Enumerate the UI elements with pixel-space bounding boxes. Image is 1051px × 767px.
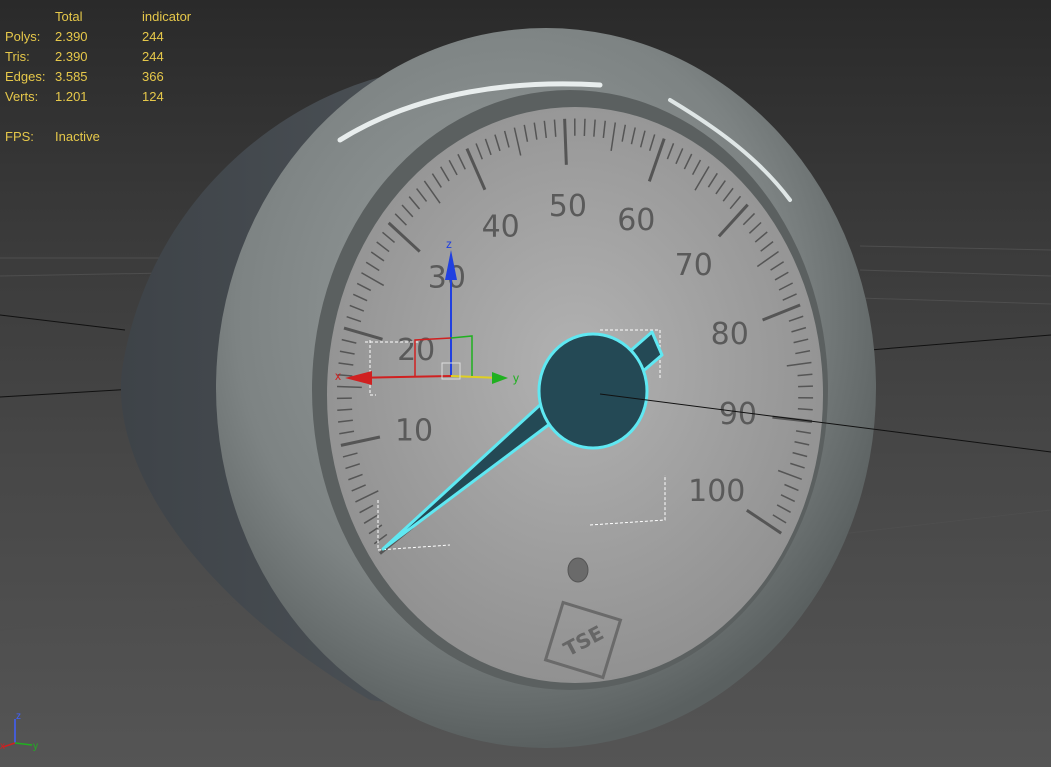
grid-line <box>859 297 1051 305</box>
stats-label-polys: Polys: <box>5 29 41 44</box>
dial-screw-hole <box>567 557 589 583</box>
stats-header-selected: indicator <box>142 9 192 24</box>
grid-line <box>859 269 1051 277</box>
axis-tripod: z x y <box>0 711 38 752</box>
dial-tick <box>798 385 813 388</box>
stats-label-verts: Verts: <box>5 89 39 104</box>
dial-number: 100 <box>688 474 745 509</box>
dial-number: 90 <box>719 397 757 432</box>
tripod-x-label: x <box>0 741 5 752</box>
stats-total-verts: 1.201 <box>55 89 88 104</box>
fps-label: FPS: <box>5 129 34 144</box>
dial-number: 20 <box>397 333 435 368</box>
dial-tick <box>797 408 813 411</box>
3d-viewport[interactable]: 102030405060708090100 TSE <box>0 0 1051 767</box>
stats-overlay: Total indicator Polys: 2.390 244 Tris: 2… <box>0 0 260 160</box>
fps-value: Inactive <box>55 129 100 144</box>
stats-label-tris: Tris: <box>5 49 30 64</box>
dial-tick <box>563 118 568 165</box>
gizmo-y-label: y <box>513 371 519 385</box>
dial-tick <box>583 118 586 137</box>
stats-selected-tris: 244 <box>142 49 164 64</box>
dial-tick <box>337 385 362 389</box>
dial-number: 70 <box>675 248 713 283</box>
grid-line <box>859 245 1051 251</box>
dial-number: 10 <box>395 414 433 449</box>
stats-total-tris: 2.390 <box>55 49 88 64</box>
grid-axis-line <box>869 334 1051 351</box>
dial-tick <box>337 408 353 411</box>
dial-number: 40 <box>482 210 520 245</box>
stats-selected-edges: 366 <box>142 69 164 84</box>
tripod-y-label: y <box>33 741 38 752</box>
gizmo-x-label: x <box>335 369 341 383</box>
stats-selected-polys: 244 <box>142 29 164 44</box>
tripod-z-label: z <box>16 711 21 722</box>
gizmo-z-label: z <box>446 237 452 251</box>
stats-header-total: Total <box>55 9 83 24</box>
stats-label-edges: Edges: <box>5 69 46 84</box>
dial-number: 60 <box>617 203 655 238</box>
tripod-y-axis <box>14 742 33 746</box>
stats-selected-verts: 124 <box>142 89 164 104</box>
grid-axis-line <box>0 314 126 331</box>
stats-total-edges: 3.585 <box>55 69 88 84</box>
stats-total-polys: 2.390 <box>55 29 88 44</box>
dial-number: 80 <box>711 317 749 352</box>
dial-number: 50 <box>549 189 587 224</box>
